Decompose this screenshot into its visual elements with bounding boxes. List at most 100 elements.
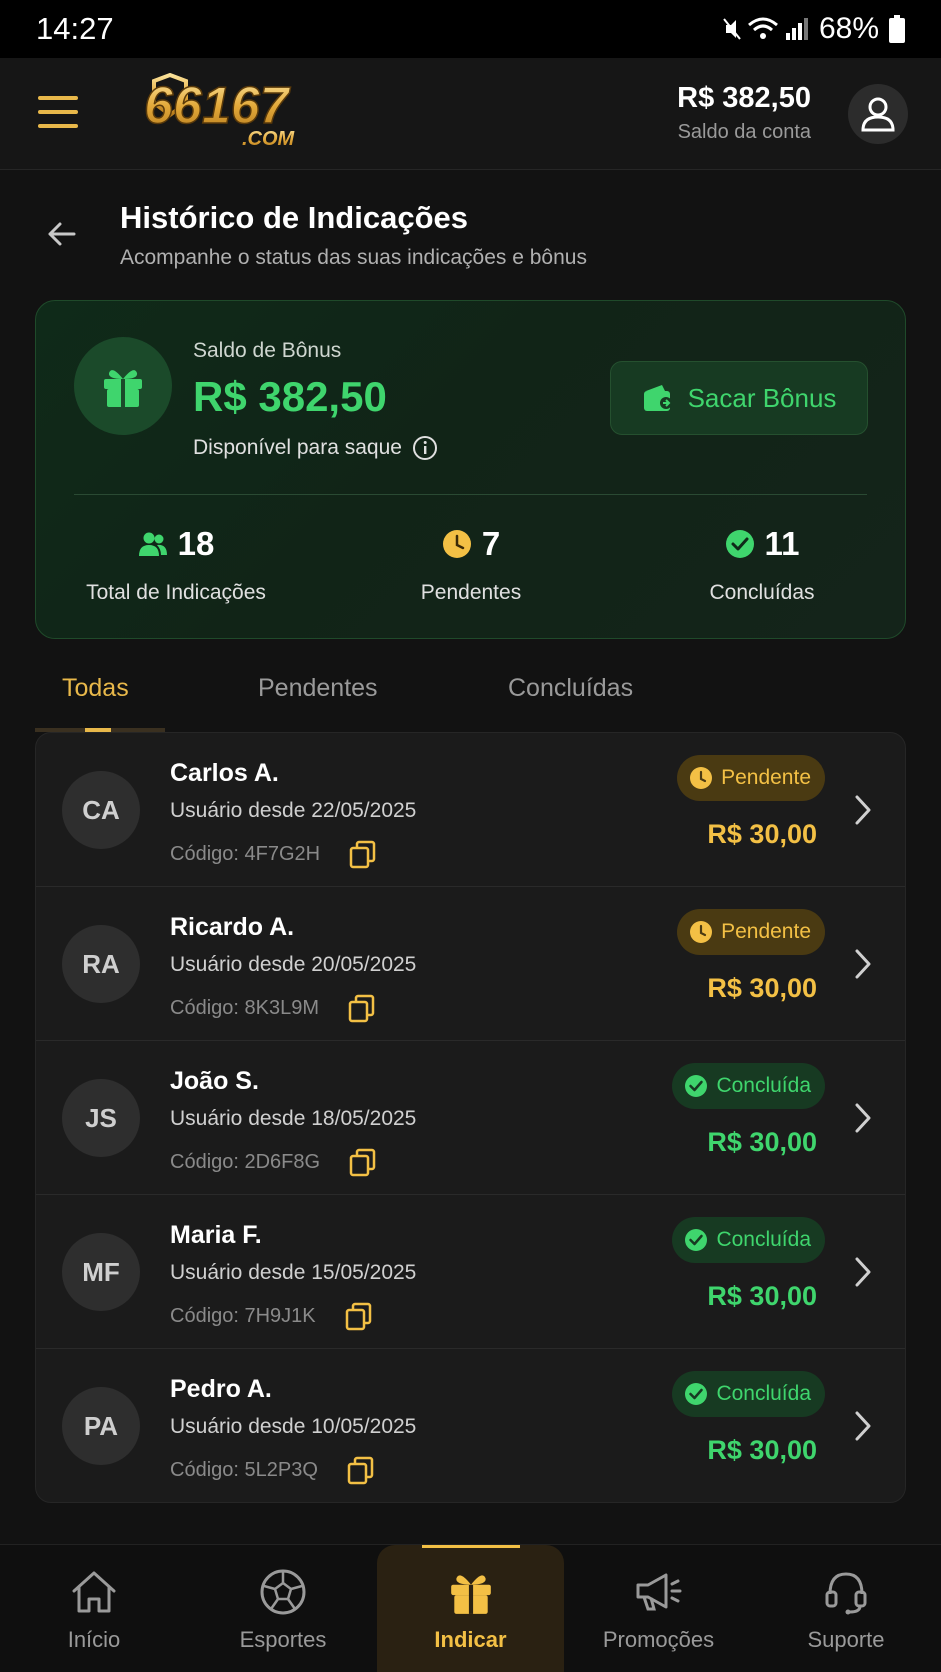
chevron-right-icon[interactable]: [853, 947, 873, 981]
nav-promotions[interactable]: Promoções: [586, 1545, 731, 1672]
referral-code: Código: 5L2P3Q: [170, 1455, 376, 1485]
referral-since: Usuário desde 18/05/2025: [170, 1107, 417, 1130]
stat-completed-label: Concluídas: [709, 581, 815, 604]
nav-support[interactable]: Suporte: [776, 1545, 916, 1672]
stat-total-label: Total de Indicações: [86, 581, 266, 604]
bonus-available: Disponível para saque: [193, 435, 438, 461]
referral-code: Código: 8K3L9M: [170, 993, 377, 1023]
referral-since: Usuário desde 15/05/2025: [170, 1261, 417, 1284]
referral-code: Código: 2D6F8G: [170, 1147, 378, 1177]
list-item[interactable]: JS João S. Usuário desde 18/05/2025 Códi…: [36, 1041, 905, 1195]
referral-code-text: Código: 8K3L9M: [170, 996, 319, 1019]
bonus-label: Saldo de Bônus: [193, 339, 342, 362]
status-badge-label: Pendente: [721, 766, 811, 789]
gift-icon: [450, 1575, 491, 1614]
nav-label: Promoções: [602, 1627, 715, 1652]
menu-button[interactable]: [38, 96, 78, 130]
wifi-icon: [747, 17, 778, 39]
battery-percent: 68%: [818, 12, 879, 45]
gift-icon: [104, 370, 142, 407]
status-badge: Pendente: [677, 909, 825, 955]
copy-icon[interactable]: [348, 839, 378, 869]
home-icon: [72, 1571, 116, 1613]
svg-text:.COM: .COM: [242, 128, 296, 150]
status-badge: Concluída: [672, 1371, 825, 1417]
check-circle-icon: [685, 1229, 708, 1251]
tab-completed[interactable]: Concluídas: [508, 674, 633, 703]
back-arrow-icon[interactable]: [44, 216, 80, 252]
referral-code: Código: 4F7G2H: [170, 839, 378, 869]
status-icons: [723, 16, 809, 42]
status-badge-label: Pendente: [721, 920, 811, 943]
nav-label: Esportes: [239, 1627, 327, 1652]
info-icon[interactable]: [412, 435, 438, 461]
bonus-gift-badge: [74, 337, 172, 435]
referral-since: Usuário desde 10/05/2025: [170, 1415, 417, 1438]
chevron-right-icon[interactable]: [853, 1255, 873, 1289]
status-badge-label: Concluída: [716, 1074, 811, 1097]
referral-amount: R$ 30,00: [707, 819, 817, 849]
status-right: 68%: [723, 12, 905, 46]
card-divider: [74, 494, 867, 495]
profile-button[interactable]: [848, 84, 908, 144]
tab-pending[interactable]: Pendentes: [258, 674, 378, 703]
user-icon: [861, 97, 895, 132]
referral-amount: R$ 30,00: [707, 973, 817, 1003]
app-header: 66167 .COM R$ 382,50 Saldo da conta: [0, 58, 941, 170]
svg-text:66167: 66167: [144, 77, 291, 135]
wallet-icon: [643, 385, 672, 411]
status-badge: Pendente: [677, 755, 825, 801]
referral-amount: R$ 30,00: [707, 1435, 817, 1465]
referral-list: CA Carlos A. Usuário desde 22/05/2025 Có…: [35, 732, 906, 1503]
nav-refer[interactable]: Indicar: [377, 1545, 564, 1672]
check-circle-icon: [685, 1383, 708, 1405]
referral-code: Código: 7H9J1K: [170, 1301, 374, 1331]
soccer-ball-icon: [260, 1569, 306, 1615]
chevron-right-icon[interactable]: [853, 1101, 873, 1135]
status-badge-label: Concluída: [716, 1228, 811, 1251]
copy-icon[interactable]: [347, 993, 377, 1023]
stat-pending: 7 Pendentes: [371, 525, 571, 605]
brand-logo[interactable]: 66167 .COM: [134, 73, 324, 153]
status-time: 14:27: [36, 11, 114, 46]
chevron-right-icon[interactable]: [853, 1409, 873, 1443]
stat-pending-label: Pendentes: [420, 581, 522, 604]
page-title: Histórico de Indicações: [120, 200, 468, 235]
users-icon: [138, 532, 167, 556]
balance-label: Saldo da conta: [677, 121, 811, 143]
list-item[interactable]: RA Ricardo A. Usuário desde 20/05/2025 C…: [36, 887, 905, 1041]
nav-sports[interactable]: Esportes: [213, 1545, 353, 1672]
nav-label: Indicar: [434, 1627, 507, 1652]
referral-since: Usuário desde 20/05/2025: [170, 953, 417, 976]
withdraw-bonus-button[interactable]: Sacar Bônus: [610, 361, 868, 435]
copy-icon[interactable]: [348, 1147, 378, 1177]
nav-home[interactable]: Início: [24, 1545, 164, 1672]
nav-label: Início: [67, 1627, 121, 1652]
referral-code-text: Código: 5L2P3Q: [170, 1458, 318, 1481]
list-item[interactable]: MF Maria F. Usuário desde 15/05/2025 Cód…: [36, 1195, 905, 1349]
tab-all[interactable]: Todas: [62, 674, 129, 703]
balance-amount: R$ 382,50: [677, 82, 811, 114]
nav-label: Suporte: [807, 1627, 885, 1652]
withdraw-bonus-label: Sacar Bônus: [687, 382, 837, 413]
list-item[interactable]: CA Carlos A. Usuário desde 22/05/2025 Có…: [36, 733, 905, 887]
clock-icon: [690, 921, 713, 943]
stat-total-value: 18: [177, 525, 215, 562]
copy-icon[interactable]: [344, 1301, 374, 1331]
referral-amount: R$ 30,00: [707, 1127, 817, 1157]
account-balance: R$ 382,50 Saldo da conta: [677, 82, 811, 144]
mute-icon: [723, 18, 741, 40]
megaphone-icon: [636, 1573, 681, 1611]
referral-name: Pedro A.: [170, 1375, 272, 1403]
status-badge: Concluída: [672, 1063, 825, 1109]
referral-name: Ricardo A.: [170, 913, 295, 941]
chevron-right-icon[interactable]: [853, 793, 873, 827]
copy-icon[interactable]: [346, 1455, 376, 1485]
signal-icon: [785, 18, 808, 40]
referral-code-text: Código: 2D6F8G: [170, 1150, 321, 1173]
list-item[interactable]: PA Pedro A. Usuário desde 10/05/2025 Cód…: [36, 1349, 905, 1502]
avatar: MF: [62, 1233, 140, 1311]
battery-icon: [889, 15, 905, 43]
avatar: CA: [62, 771, 140, 849]
stat-completed: 11 Concluídas: [662, 525, 862, 605]
